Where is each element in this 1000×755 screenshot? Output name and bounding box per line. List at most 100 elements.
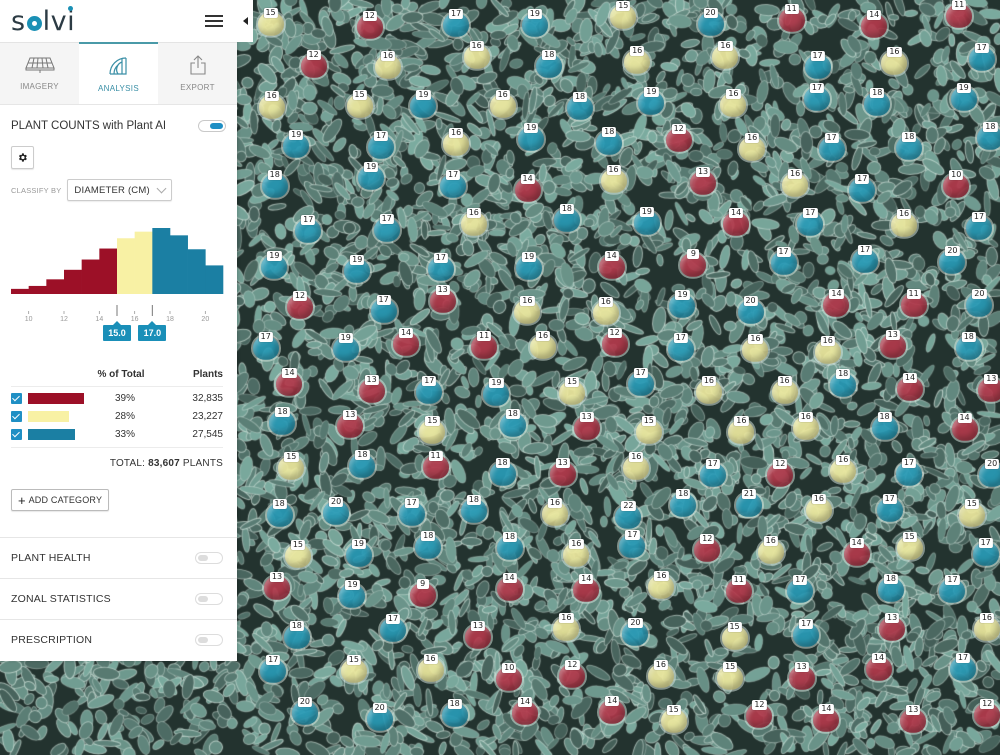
plant-diameter-label: 16 [569, 539, 584, 550]
histogram-bar [134, 231, 153, 294]
menu-icon[interactable] [205, 15, 223, 27]
plant-diameter-label: 13 [794, 662, 809, 673]
plant-diameter-label: 17 [266, 654, 281, 665]
plant-diameter-label: 12 [565, 660, 580, 671]
plant-diameter-label: 13 [984, 374, 999, 385]
plant-diameter-label: 12 [700, 533, 715, 544]
plant-diameter-label: 17 [882, 494, 897, 505]
category-plants: 32,835 [192, 392, 223, 404]
plant-diameter-label: 19 [267, 250, 282, 261]
plant-diameter-label: 14 [579, 574, 594, 585]
plant-diameter-label: 14 [957, 413, 972, 424]
plant-diameter-label: 18 [289, 620, 304, 631]
plant-diameter-label: 13 [555, 458, 570, 469]
zonal-statistics-toggle[interactable] [195, 593, 223, 605]
plant-diameter-label: 13 [579, 412, 594, 423]
section-prescription[interactable]: PRESCRIPTION [0, 619, 237, 660]
section-plant-health[interactable]: PLANT HEALTH [0, 537, 237, 578]
plant-diameter-label: 18 [877, 412, 892, 423]
tab-analysis[interactable]: ANALYSIS [79, 42, 158, 104]
plant-diameter-label: 18 [466, 494, 481, 505]
plus-icon: + [18, 492, 26, 508]
plant-diameter-label: 11 [477, 331, 492, 342]
plant-diameter-label: 16 [701, 376, 717, 387]
plant-diameter-label: 19 [522, 252, 537, 263]
plant-diameter-label: 17 [376, 295, 391, 306]
plant-diameter-label: 18 [421, 530, 436, 541]
plant-diameter-label: 16 [763, 535, 778, 546]
plant-diameter-label: 16 [448, 128, 464, 139]
plant-diameter-label: 17 [705, 458, 720, 469]
plant-diameter-label: 14 [520, 173, 535, 184]
add-category-button[interactable]: + ADD CATEGORY [11, 489, 110, 511]
collapse-panel-button[interactable] [237, 0, 253, 42]
tab-imagery[interactable]: IMAGERY [0, 42, 79, 104]
plant-diameter-label: 13 [885, 613, 900, 624]
plant-diameter-label: 15 [263, 7, 278, 18]
logo-dot-icon [26, 15, 42, 31]
plant-diameter-label: 13 [470, 620, 486, 631]
plant-diameter-label: 17 [379, 214, 394, 225]
plant-diameter-label: 16 [979, 612, 994, 623]
plant-diameter-label: 17 [776, 246, 791, 257]
threshold-handle[interactable]: 17.0 [138, 321, 167, 341]
plant-diameter-label: 17 [809, 83, 825, 94]
plant-diameter-label: 17 [824, 133, 839, 144]
threshold-handle[interactable]: 15.0 [103, 321, 131, 341]
plant-diameter-label: 18 [983, 121, 998, 132]
plant-diameter-label: 19 [351, 539, 366, 550]
x-tick-label: 16 [131, 316, 139, 323]
diameter-histogram: 10 12 14 16 18 20 [11, 228, 224, 323]
histogram-bar [152, 228, 171, 294]
plant-diameter-label: 19 [639, 206, 654, 217]
category-pct: 33% [114, 428, 135, 440]
section-label: PRESCRIPTION [11, 634, 93, 646]
plant-diameter-label: 15 [284, 451, 299, 462]
plant-diameter-label: 11 [952, 0, 967, 11]
settings-button[interactable] [11, 146, 34, 169]
tab-export-label: EXPORT [180, 83, 215, 92]
plant-diameter-label: 20 [743, 295, 758, 306]
plant-diameter-label: 9 [416, 578, 429, 589]
plant-diameter-label: 17 [955, 652, 971, 663]
section-label: PLANT HEALTH [11, 552, 91, 564]
plant-diameter-label: 18 [447, 698, 462, 709]
analysis-chart-icon [108, 56, 127, 75]
plant-diameter-label: 18 [275, 407, 290, 418]
classify-by-select[interactable]: DIAMETER (CM) [67, 179, 172, 201]
share-export-icon [189, 55, 206, 75]
category-color-swatch[interactable] [28, 410, 69, 422]
plant-diameter-label: 12 [607, 327, 622, 338]
plant-diameter-label: 18 [602, 126, 617, 137]
plant-diameter-label: 14 [502, 572, 517, 583]
plant-diameter-label: 16 [630, 45, 645, 56]
plant-diameter-label: 16 [734, 415, 749, 426]
plant-diameter-label: 19 [489, 377, 504, 388]
plant-diameter-label: 17 [625, 530, 640, 541]
solvi-logo: s lv i [11, 5, 76, 37]
plant-diameter-label: 20 [329, 497, 344, 508]
category-color-swatch[interactable] [28, 392, 85, 404]
plant-diameter-label: 17 [449, 9, 464, 20]
plant-diameter-label: 16 [380, 50, 396, 61]
total-value: 83,607 [148, 458, 180, 469]
x-tick-label: 14 [95, 316, 103, 323]
plant-diameter-label: 17 [374, 130, 389, 141]
plant-diameter-label: 17 [404, 497, 419, 508]
x-tick-label: 20 [201, 316, 209, 323]
plant-diameter-label: 17 [799, 619, 814, 630]
category-color-swatch[interactable] [28, 428, 76, 440]
plant-diameter-label: 14 [819, 703, 834, 714]
section-zonal-statistics[interactable]: ZONAL STATISTICS [0, 578, 237, 619]
tab-export[interactable]: EXPORT [158, 42, 237, 104]
histogram-bar [170, 235, 188, 294]
prescription-toggle[interactable] [195, 634, 223, 646]
category-checkbox[interactable] [11, 392, 22, 404]
plant-counts-toggle[interactable] [198, 120, 226, 132]
plant-health-toggle[interactable] [195, 552, 223, 564]
plant-diameter-label: 19 [527, 8, 542, 19]
category-checkbox[interactable] [11, 428, 22, 440]
category-checkbox[interactable] [11, 410, 22, 422]
plant-diameter-label: 13 [343, 410, 358, 421]
plant-diameter-label: 12 [671, 123, 686, 134]
